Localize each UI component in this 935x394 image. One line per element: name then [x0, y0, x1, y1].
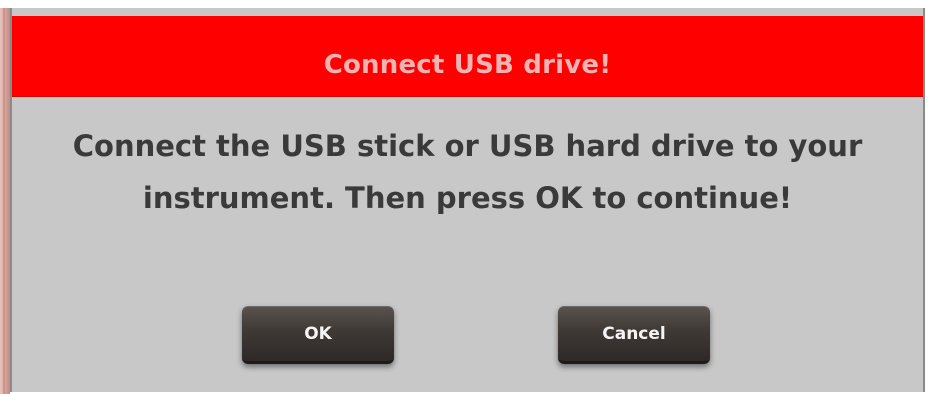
dialog-title: Connect USB drive!: [323, 50, 612, 80]
ok-button-label: OK: [304, 323, 332, 344]
cancel-button-label: Cancel: [602, 323, 666, 344]
dialog-titlebar: Connect USB drive!: [12, 16, 923, 96]
dialog-message-line-1: Connect the USB stick or USB hard drive …: [72, 129, 863, 163]
cancel-button[interactable]: Cancel: [558, 306, 710, 364]
usb-connect-dialog: Connect USB drive! Connect the USB stick…: [10, 8, 925, 392]
background-window-edge: [0, 8, 10, 394]
dialog-message: Connect the USB stick or USB hard drive …: [12, 120, 923, 224]
dialog-message-line-2: instrument. Then press OK to continue!: [142, 181, 793, 215]
ok-button[interactable]: OK: [242, 306, 394, 364]
